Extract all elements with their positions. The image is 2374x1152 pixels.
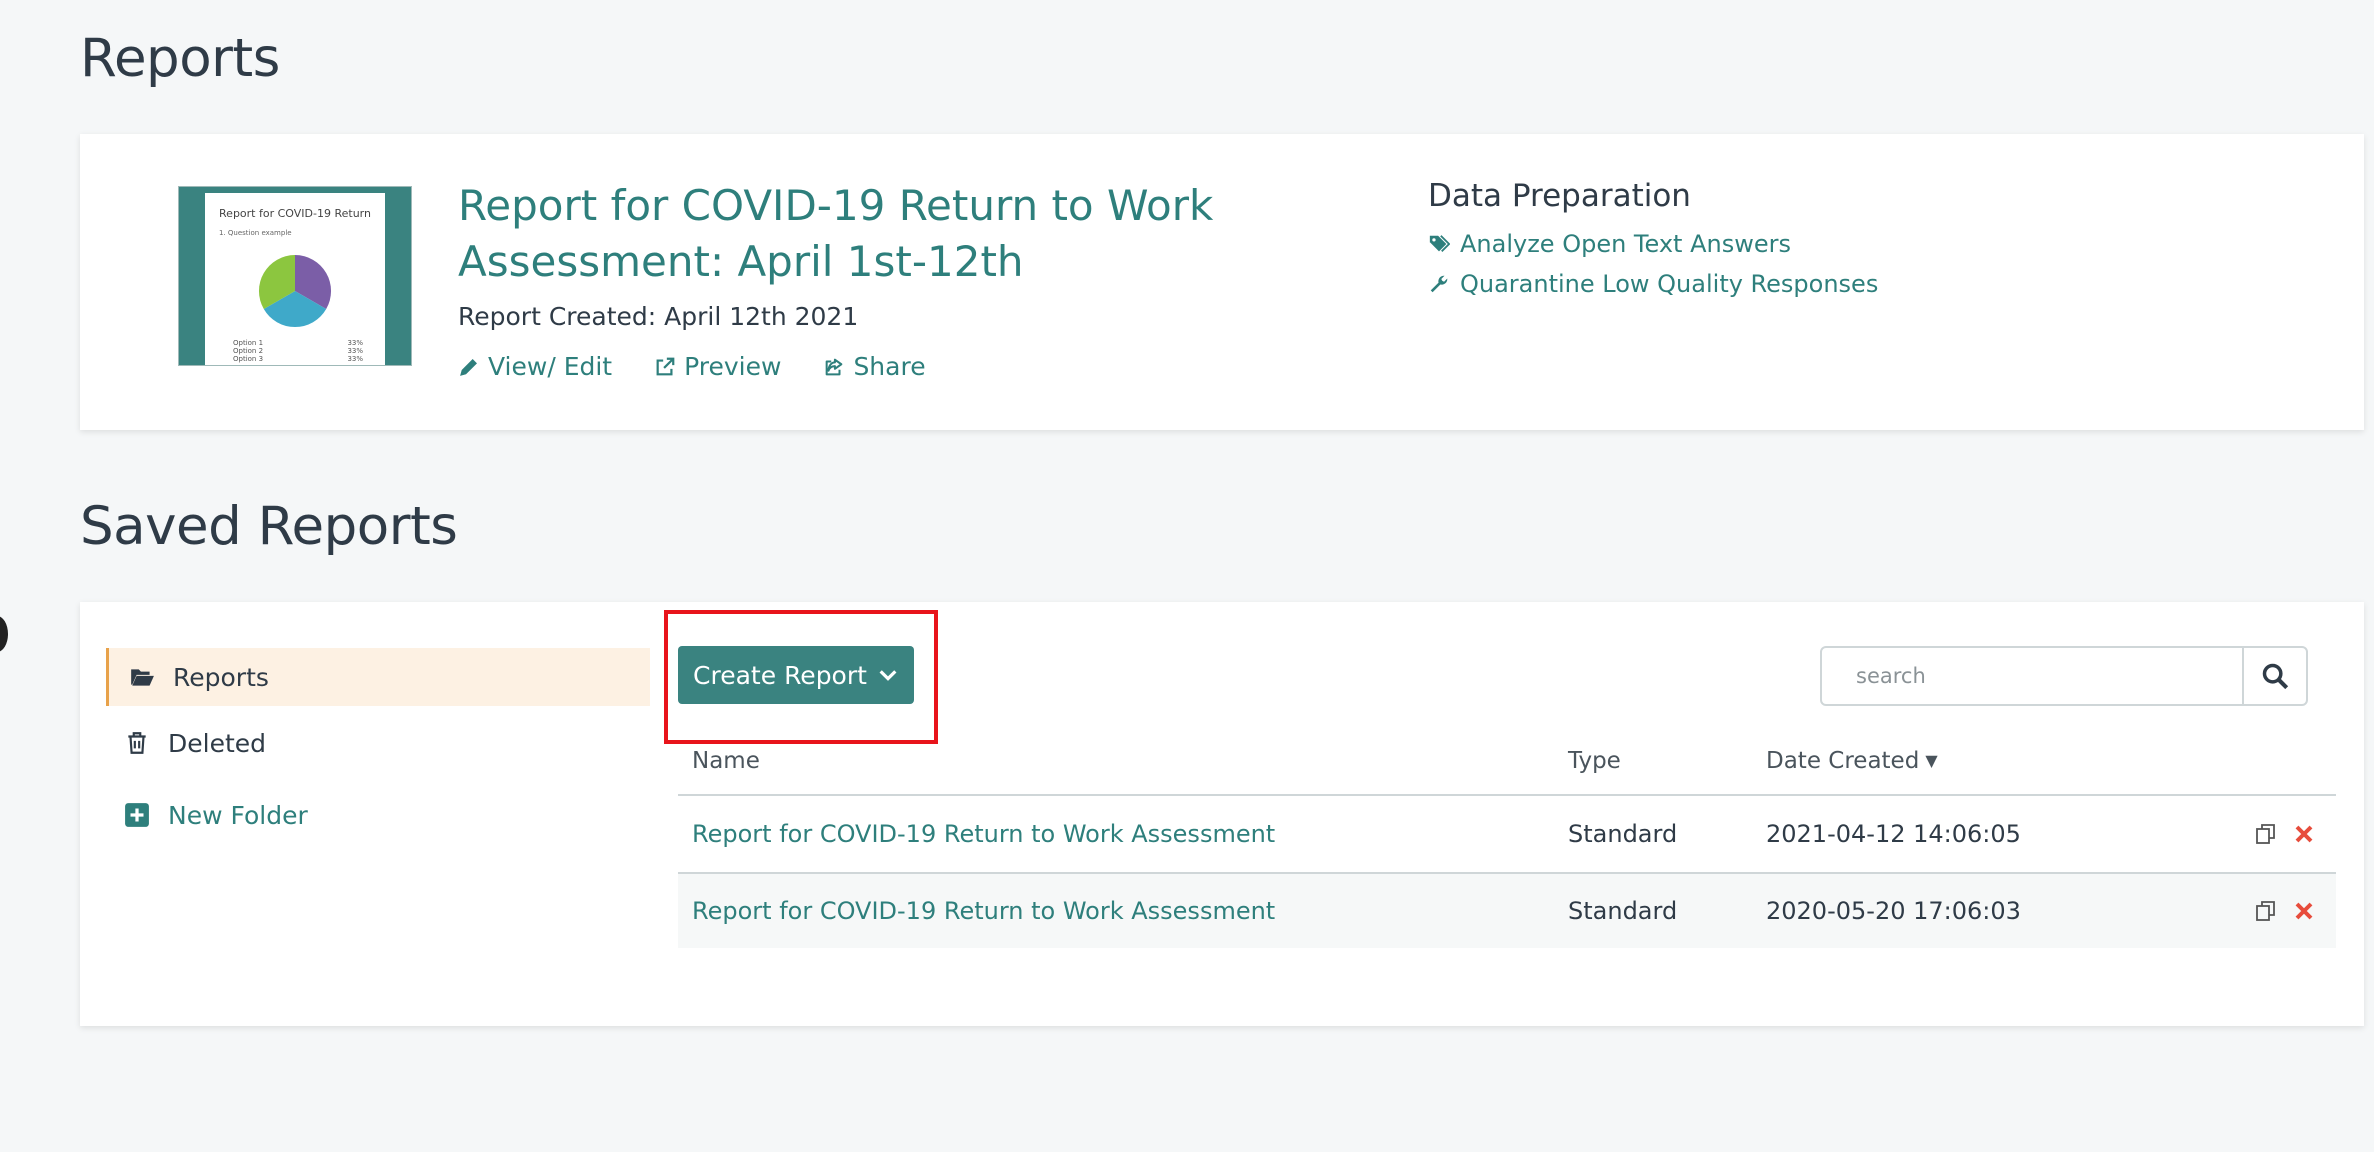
search-box: [1820, 646, 2308, 706]
share-icon: [826, 358, 843, 375]
data-preparation-title: Data Preparation: [1428, 178, 1691, 214]
column-header-date-created[interactable]: Date Created ▼: [1766, 748, 2196, 774]
report-name-link[interactable]: Report for COVID-19 Return to Work Asses…: [678, 820, 1568, 848]
report-date: 2021-04-12 14:06:05: [1766, 820, 2021, 848]
row-actions: [2196, 822, 2336, 846]
search-input[interactable]: [1822, 648, 2242, 704]
featured-report-title[interactable]: Report for COVID-19 Return to Work Asses…: [458, 178, 1278, 290]
analyze-open-text-link[interactable]: Analyze Open Text Answers: [1428, 230, 1878, 258]
create-report-highlight: [664, 610, 938, 744]
saved-reports-table: Name Type Date Created ▼ Report for COVID…: [678, 728, 2336, 948]
report-type: Standard: [1568, 897, 1678, 925]
trash-icon: [128, 732, 146, 754]
search-icon: [2262, 663, 2289, 690]
wrench-icon: [1430, 275, 1448, 293]
report-actions: View/ Edit Preview Share: [458, 352, 926, 381]
folder-open-icon: [131, 669, 154, 686]
row-actions: [2196, 899, 2336, 923]
new-folder-button[interactable]: New Folder: [106, 786, 650, 844]
report-date: 2020-05-20 17:06:03: [1766, 897, 2021, 925]
thumbnail-subtitle: 1. Question example: [219, 229, 292, 237]
report-thumbnail[interactable]: Report for COVID-19 Return 1. Question e…: [178, 186, 412, 366]
thumbnail-option-row: Option 1 33%: [233, 339, 363, 347]
report-type: Standard: [1568, 820, 1678, 848]
thumbnail-title: Report for COVID-19 Return: [219, 207, 371, 220]
external-link-icon: [656, 357, 675, 375]
copy-icon[interactable]: [2254, 822, 2278, 846]
featured-report-card: Report for COVID-19 Return 1. Question e…: [80, 134, 2364, 430]
thumbnail-page: Report for COVID-19 Return 1. Question e…: [205, 193, 385, 365]
report-name-link[interactable]: Report for COVID-19 Return to Work Asses…: [678, 897, 1568, 925]
page-title: Reports: [80, 28, 280, 89]
table-row: Report for COVID-19 Return to Work Asses…: [678, 872, 2336, 948]
table-row: Report for COVID-19 Return to Work Asses…: [678, 796, 2336, 872]
quarantine-responses-link[interactable]: Quarantine Low Quality Responses: [1428, 270, 1878, 298]
delete-icon[interactable]: [2292, 899, 2316, 923]
thumbnail-option-row: Option 2 33%: [233, 347, 363, 355]
plus-square-icon: [125, 803, 149, 827]
search-button[interactable]: [2242, 648, 2306, 704]
sort-caret-icon: ▼: [1925, 751, 1938, 770]
thumbnail-option-row: Option 3 33%: [233, 355, 363, 363]
view-edit-link[interactable]: View/ Edit: [458, 352, 612, 381]
delete-icon[interactable]: [2292, 822, 2316, 846]
sidebar-item-reports[interactable]: Reports: [106, 648, 650, 706]
thumbnail-pie-chart: [258, 254, 332, 328]
column-header-name[interactable]: Name: [678, 748, 1568, 774]
column-header-type[interactable]: Type: [1568, 748, 1766, 774]
page: Reports Report for COVID-19 Return 1. Qu…: [0, 0, 2374, 1152]
data-preparation-panel: Data Preparation Analyze Open Text Answe…: [1428, 178, 1878, 310]
table-header: Name Type Date Created ▼: [678, 728, 2336, 796]
report-created-date: Report Created: April 12th 2021: [458, 302, 859, 331]
saved-reports-card: Reports Deleted New Folder Create Report: [80, 602, 2364, 1026]
preview-link[interactable]: Preview: [654, 352, 781, 381]
folder-sidebar: Reports Deleted New Folder: [106, 648, 650, 844]
thumbnail-options: Option 1 33% Option 2 33% Option 3 33%: [233, 339, 363, 363]
copy-icon[interactable]: [2254, 899, 2278, 923]
share-link[interactable]: Share: [823, 352, 926, 381]
pencil-icon: [460, 358, 477, 376]
edge-indicator: [0, 616, 8, 652]
tags-icon: [1429, 235, 1450, 252]
saved-reports-title: Saved Reports: [80, 496, 458, 557]
sidebar-item-deleted[interactable]: Deleted: [106, 714, 650, 772]
